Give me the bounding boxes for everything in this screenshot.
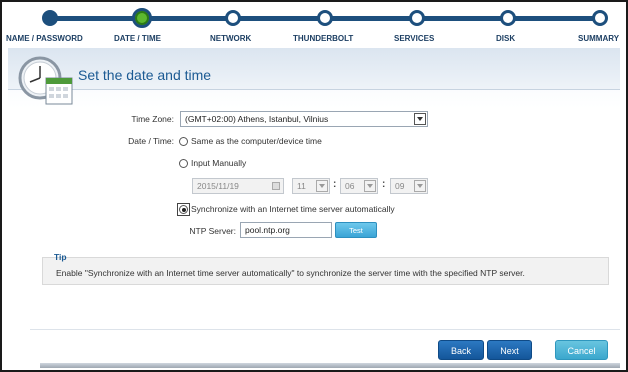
chevron-down-icon <box>414 180 426 192</box>
hour-select[interactable]: 11 <box>292 178 330 194</box>
step-label-name-password: NAME / PASSWORD <box>6 34 83 43</box>
manual-date-input[interactable]: 2015/11/19 <box>192 178 284 194</box>
step-dot-services[interactable] <box>409 10 425 26</box>
tip-title: Tip <box>54 252 67 262</box>
ntp-server-value: pool.ntp.org <box>245 225 290 235</box>
option-manual-label: Input Manually <box>191 158 247 168</box>
step-label-thunderbolt: THUNDERBOLT <box>293 34 354 43</box>
chevron-down-icon <box>364 180 376 192</box>
step-label-date-time: DATE / TIME <box>114 34 161 43</box>
time-separator: : <box>382 179 386 190</box>
back-button[interactable]: Back <box>438 340 484 360</box>
step-label-disk: DISK <box>496 34 516 43</box>
radio-input-manually[interactable] <box>179 159 188 168</box>
next-button[interactable]: Next <box>487 340 532 360</box>
time-zone-label: Time Zone: <box>131 114 174 124</box>
second-select[interactable]: 09 <box>390 178 428 194</box>
tip-text: Enable "Synchronize with an Internet tim… <box>56 268 525 278</box>
step-label-summary: SUMMARY <box>578 34 620 43</box>
ntp-server-label: NTP Server: <box>189 226 236 236</box>
step-label-network: NETWORK <box>210 34 252 43</box>
option-sync-label: Synchronize with an Internet time server… <box>191 204 395 214</box>
divider <box>30 329 620 330</box>
step-connector <box>142 16 602 21</box>
minute-value: 06 <box>345 181 355 191</box>
ntp-server-input[interactable]: pool.ntp.org <box>240 222 332 238</box>
step-dot-name-password[interactable] <box>42 10 58 26</box>
time-zone-value: (GMT+02:00) Athens, Istanbul, Vilnius <box>185 114 329 124</box>
setup-wizard-window: NAME / PASSWORD DATE / TIME NETWORK THUN… <box>0 0 628 372</box>
step-dot-disk[interactable] <box>500 10 516 26</box>
date-time-label: Date / Time: <box>128 136 174 146</box>
step-label-services: SERVICES <box>394 34 435 43</box>
test-button[interactable]: Test <box>335 222 377 238</box>
time-separator: : <box>333 179 337 190</box>
step-dot-date-time[interactable] <box>132 8 152 28</box>
step-dot-summary[interactable] <box>592 10 608 26</box>
wizard-stepper: NAME / PASSWORD DATE / TIME NETWORK THUN… <box>2 2 626 48</box>
option-same-label: Same as the computer/device time <box>191 136 322 146</box>
minute-select[interactable]: 06 <box>340 178 378 194</box>
calendar-icon <box>272 182 280 190</box>
chevron-down-icon <box>414 113 426 125</box>
step-connector <box>50 16 142 21</box>
radio-sync-internet[interactable] <box>179 205 188 214</box>
hour-value: 11 <box>297 181 306 191</box>
step-dot-network[interactable] <box>225 10 241 26</box>
time-zone-select[interactable]: (GMT+02:00) Athens, Istanbul, Vilnius <box>180 111 428 127</box>
second-value: 09 <box>395 181 405 191</box>
footer-bar <box>40 363 620 368</box>
content-panel: Set the date and time Time Zone: (GMT+02… <box>8 48 620 368</box>
clock-calendar-icon <box>18 56 73 105</box>
chevron-down-icon <box>316 180 328 192</box>
radio-same-as-computer[interactable] <box>179 137 188 146</box>
manual-date-value: 2015/11/19 <box>197 181 239 191</box>
page-title: Set the date and time <box>78 67 212 83</box>
cancel-button[interactable]: Cancel <box>555 340 608 360</box>
step-dot-thunderbolt[interactable] <box>317 10 333 26</box>
